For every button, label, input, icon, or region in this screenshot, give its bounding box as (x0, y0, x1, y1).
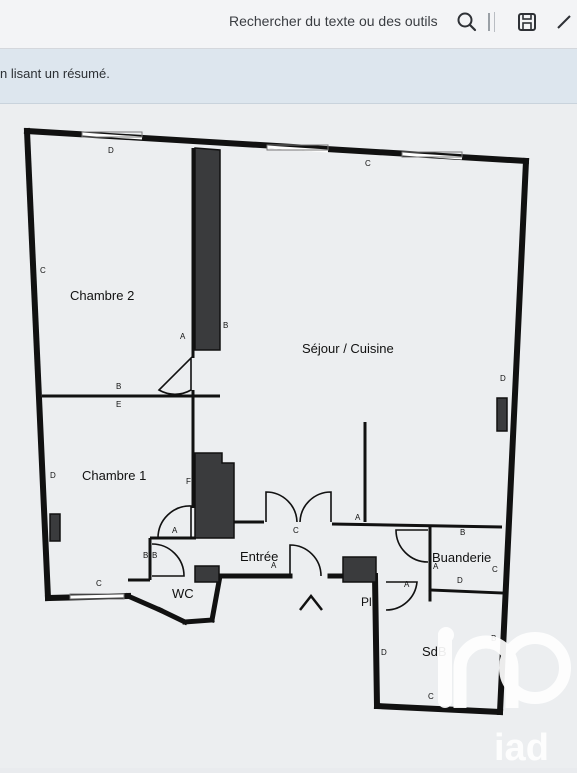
more-icon[interactable] (552, 10, 576, 34)
marker: F (186, 477, 191, 486)
room-buanderie: Buanderie (432, 550, 491, 565)
summary-banner: n lisant un résumé. (0, 49, 577, 104)
room-sejour-cuisine: Séjour / Cuisine (302, 341, 394, 356)
marker: D (381, 648, 387, 657)
marker: C (96, 579, 102, 588)
marker: B (116, 382, 121, 391)
room-wc: WC (172, 586, 194, 601)
marker: A (355, 513, 361, 522)
entrance-arrow-icon (299, 593, 323, 611)
floor-plan-area: Chambre 2 Chambre 1 Séjour / Cuisine Ent… (0, 104, 577, 769)
marker: A (404, 580, 410, 589)
marker: B (143, 551, 148, 560)
top-toolbar: Rechercher du texte ou des outils (0, 0, 577, 49)
marker: A (172, 526, 178, 535)
room-chambre-1: Chambre 1 (82, 468, 146, 483)
marker: E (116, 400, 121, 409)
search-icon[interactable] (455, 10, 479, 34)
room-placard: Pl (361, 595, 372, 609)
room-chambre-2: Chambre 2 (70, 288, 134, 303)
marker: C (492, 565, 498, 574)
marker: D (50, 471, 56, 480)
floor-plan: Chambre 2 Chambre 1 Séjour / Cuisine Ent… (23, 127, 571, 769)
marker: A (433, 562, 439, 571)
marker: D (108, 146, 114, 155)
marker: D (500, 374, 506, 383)
marker: B (152, 551, 157, 560)
marker: C (40, 266, 46, 275)
marker: B (460, 528, 465, 537)
iad-brand-text: iad (494, 727, 549, 768)
marker: C (428, 692, 434, 701)
more-vertical-icon[interactable] (484, 10, 494, 34)
marker: D (457, 576, 463, 585)
banner-text: n lisant un résumé. (0, 66, 110, 81)
marker: C (293, 526, 299, 535)
search-tools-field[interactable]: Rechercher du texte ou des outils (229, 13, 438, 29)
save-icon[interactable] (515, 10, 539, 34)
marker: C (365, 159, 371, 168)
toolbar-divider (494, 12, 495, 32)
marker: B (223, 321, 228, 330)
marker: A (180, 332, 186, 341)
marker: A (271, 561, 277, 570)
